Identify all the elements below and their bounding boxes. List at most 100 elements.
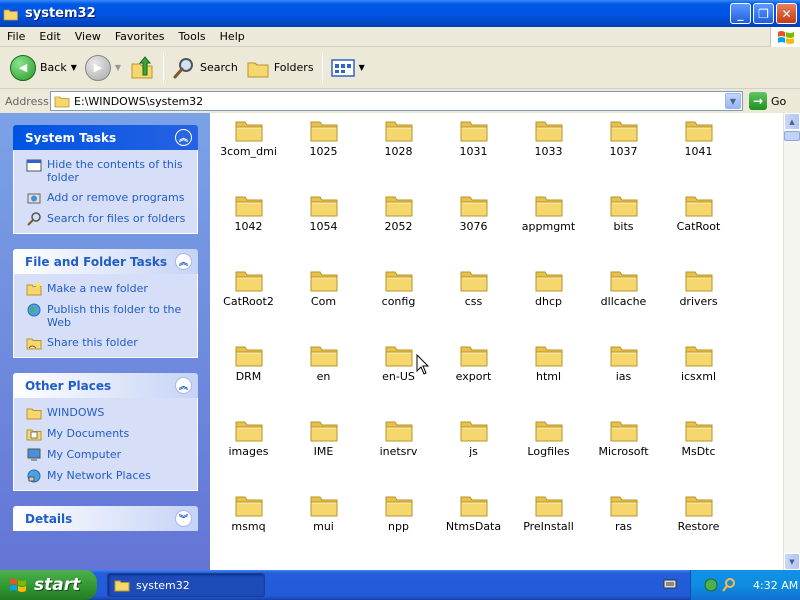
task-search-files[interactable]: Search for files or folders [26,212,189,226]
up-folder-button[interactable] [125,51,159,85]
folder-item[interactable]: npp [361,492,436,533]
folder-icon [511,417,586,443]
folder-item[interactable]: 1031 [436,117,511,158]
folder-item[interactable]: css [436,267,511,308]
folder-item[interactable]: html [511,342,586,383]
details-panel: Details ︾ [13,506,198,531]
folder-item[interactable]: Com [286,267,361,308]
folder-item[interactable]: 1041 [661,117,736,158]
forward-button[interactable]: ▶ ▼ [81,51,125,85]
system-tasks-header[interactable]: System Tasks ︽ [13,125,198,150]
folder-item[interactable]: PreInstall [511,492,586,533]
folder-icon [211,117,286,143]
folder-item[interactable]: config [361,267,436,308]
menu-edit[interactable]: Edit [32,30,67,43]
maximize-button[interactable]: ❐ [753,3,774,24]
folder-item[interactable]: 2052 [361,192,436,233]
folder-item[interactable]: bits [586,192,661,233]
place-my-computer[interactable]: My Computer [26,448,189,462]
title-bar[interactable]: system32 _ ❐ ✕ [0,0,800,27]
place-my-network-places[interactable]: My Network Places [26,469,189,483]
folder-item[interactable]: export [436,342,511,383]
folder-item[interactable]: CatRoot2 [211,267,286,308]
collapse-icon[interactable]: ︽ [175,377,192,394]
folder-item[interactable]: 1028 [361,117,436,158]
menu-view[interactable]: View [68,30,108,43]
folder-item[interactable]: DRM [211,342,286,383]
folder-label: npp [388,520,409,533]
place-my-documents[interactable]: My Documents [26,427,189,441]
folder-item[interactable]: CatRoot [661,192,736,233]
folder-item[interactable]: IME [286,417,361,458]
folder-item[interactable]: msmq [211,492,286,533]
file-folder-tasks-panel: File and Folder Tasks ︽ Make a new folde… [13,249,198,358]
place-windows[interactable]: WINDOWS [26,406,189,420]
folder-item[interactable]: inetsrv [361,417,436,458]
menu-tools[interactable]: Tools [172,30,213,43]
start-button[interactable]: start [0,570,97,600]
vertical-scrollbar[interactable]: ▲ ▼ [783,113,800,570]
menu-help[interactable]: Help [213,30,252,43]
folder-item[interactable]: en [286,342,361,383]
task-publish-web[interactable]: Publish this folder to the Web [26,303,189,329]
menu-favorites[interactable]: Favorites [108,30,172,43]
minimize-button[interactable]: _ [730,3,751,24]
scroll-up-button[interactable]: ▲ [784,113,800,130]
task-hide-contents[interactable]: Hide the contents of this folder [26,158,189,184]
close-button[interactable]: ✕ [776,3,797,24]
folder-item[interactable]: drivers [661,267,736,308]
folder-item[interactable]: images [211,417,286,458]
scrollbar-thumb[interactable] [784,131,800,141]
network-icon[interactable] [703,577,719,593]
file-list-view[interactable]: 3com_dmi 1025 1028 1031 1033 1037 1041 1042 1054… [210,113,783,570]
folder-icon [286,492,361,518]
folder-item[interactable]: icsxml [661,342,736,383]
task-label: Search for files or folders [47,212,186,225]
folder-item[interactable]: dhcp [511,267,586,308]
folders-button[interactable]: Folders [242,51,318,85]
folder-item[interactable]: appmgmt [511,192,586,233]
folder-item[interactable]: 3076 [436,192,511,233]
other-places-header[interactable]: Other Places ︽ [13,373,198,398]
folder-item[interactable]: MsDtc [661,417,736,458]
chevron-down-icon[interactable]: ▼ [359,63,365,72]
other-places-panel: Other Places ︽ WINDOWS My Documents My C… [13,373,198,491]
address-input[interactable]: E:\WINDOWS\system32 ▼ [50,91,743,111]
file-folder-tasks-header[interactable]: File and Folder Tasks ︽ [13,249,198,274]
collapse-icon[interactable]: ︽ [175,129,192,146]
task-make-new-folder[interactable]: Make a new folder [26,282,189,296]
folder-item[interactable]: 1033 [511,117,586,158]
folder-item[interactable]: Logfiles [511,417,586,458]
search-icon[interactable] [721,577,737,593]
folder-item[interactable]: 1037 [586,117,661,158]
taskbar-window-button[interactable]: system32 [107,573,265,597]
folder-item[interactable]: 3com_dmi [211,117,286,158]
scroll-down-button[interactable]: ▼ [784,553,800,570]
task-share-folder[interactable]: Share this folder [26,336,189,350]
folder-item[interactable]: 1042 [211,192,286,233]
folder-item[interactable]: 1025 [286,117,361,158]
folder-item[interactable]: NtmsData [436,492,511,533]
go-button[interactable]: → Go [749,92,786,110]
folder-item[interactable]: mui [286,492,361,533]
folder-item[interactable]: ras [586,492,661,533]
menu-file[interactable]: File [0,30,32,43]
folder-item[interactable]: ias [586,342,661,383]
folder-item[interactable]: dllcache [586,267,661,308]
collapse-icon[interactable]: ︽ [175,253,192,270]
folder-item[interactable]: 1054 [286,192,361,233]
details-header[interactable]: Details ︾ [13,506,198,531]
chevron-down-icon[interactable]: ▼ [71,63,77,72]
folder-item[interactable]: Restore [661,492,736,533]
views-button[interactable]: ▼ [327,51,369,85]
expand-icon[interactable]: ︾ [175,510,192,527]
back-button[interactable]: ◀ Back ▼ [6,51,81,85]
folder-item[interactable]: js [436,417,511,458]
search-button[interactable]: Search [168,51,242,85]
keyboard-icon[interactable] [663,577,677,591]
address-dropdown-button[interactable]: ▼ [725,93,741,109]
new-folder-icon [26,282,42,296]
folder-item[interactable]: Microsoft [586,417,661,458]
chevron-down-icon[interactable]: ▼ [115,63,121,72]
task-add-remove-programs[interactable]: Add or remove programs [26,191,189,205]
